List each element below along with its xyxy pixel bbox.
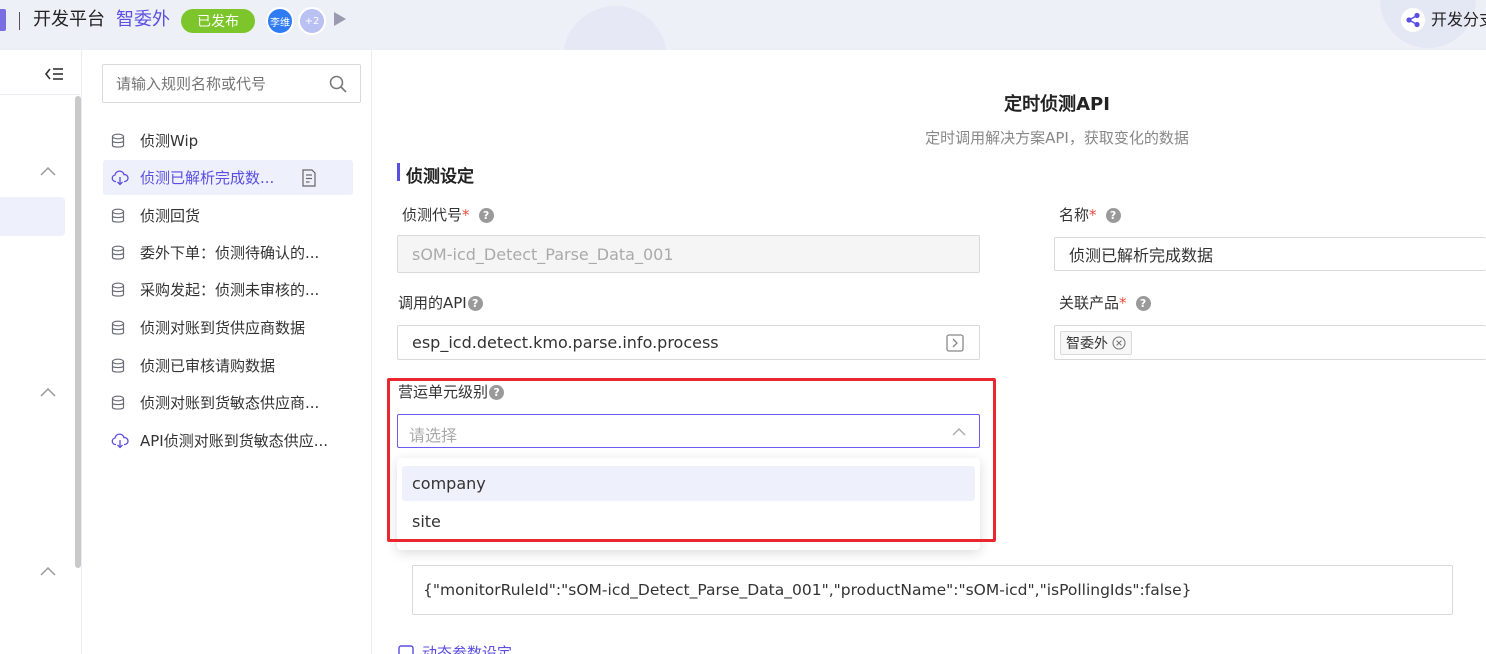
rule-item[interactable]: 侦测已审核请购数据 xyxy=(103,348,353,383)
product-label: 关联产品* ? xyxy=(1059,292,1151,313)
product-tag-label: 智委外 xyxy=(1066,335,1108,352)
rule-item-label: 侦测对账到货敏态供应商... xyxy=(140,394,320,412)
api-field[interactable]: esp_icd.detect.kmo.parse.info.process xyxy=(397,325,980,360)
rule-item[interactable]: API侦测对账到货敏态供应... xyxy=(103,423,353,458)
rule-item-label: API侦测对账到货敏态供应... xyxy=(140,432,329,450)
form-title: 定时侦测API xyxy=(1004,94,1110,115)
detect-code-label: 侦测代号* ? xyxy=(402,204,494,225)
required-mark: * xyxy=(1089,206,1097,224)
cloud-download-icon xyxy=(111,169,129,187)
rule-item[interactable]: 侦测Wip xyxy=(103,123,353,158)
params-field[interactable]: {"monitorRuleId":"sOM-icd_Detect_Parse_D… xyxy=(412,565,1453,615)
rule-item-label: 侦测已审核请购数据 xyxy=(140,357,276,375)
dev-branch-link[interactable]: 开发分支 xyxy=(1431,9,1486,31)
help-icon[interactable]: ? xyxy=(467,296,483,311)
scrollbar[interactable] xyxy=(75,96,81,568)
rule-item[interactable]: 侦测已解析完成数... xyxy=(103,160,353,195)
brand-fragment xyxy=(0,9,6,31)
rule-detail-icon[interactable] xyxy=(301,169,317,187)
params-value: {"monitorRuleId":"sOM-icd_Detect_Parse_D… xyxy=(423,581,1192,599)
highlight-frame xyxy=(387,378,996,542)
detect-code-field: sOM-icd_Detect_Parse_Data_001 xyxy=(397,235,980,273)
section-title: 侦测设定 xyxy=(406,167,474,187)
left-nav xyxy=(0,50,82,654)
rule-item-label: 侦测已解析完成数... xyxy=(140,169,275,187)
name-label: 名称* ? xyxy=(1059,204,1121,225)
nav-item-active[interactable] xyxy=(0,197,65,236)
database-icon xyxy=(111,319,129,337)
dynamic-params-label: 动态参数设定 xyxy=(422,645,513,654)
help-icon[interactable]: ? xyxy=(1105,208,1121,223)
dev-branch-label: 开发分支 xyxy=(1431,10,1486,29)
name-field[interactable]: 侦测已解析完成数据 xyxy=(1054,237,1486,271)
rule-item-label: 委外下单：侦测待确认的... xyxy=(140,244,320,262)
api-value: esp_icd.detect.kmo.parse.info.process xyxy=(412,333,719,352)
collapse-menu-icon[interactable] xyxy=(44,66,64,82)
required-mark: * xyxy=(462,206,470,224)
rule-item[interactable]: 侦测对账到货供应商数据 xyxy=(103,310,353,345)
rule-item-label: 侦测回货 xyxy=(140,207,201,225)
database-icon xyxy=(111,394,129,412)
detect-code-value: sOM-icd_Detect_Parse_Data_001 xyxy=(412,244,674,264)
edit-icon xyxy=(398,645,414,654)
database-icon xyxy=(111,281,129,299)
branch-icon[interactable] xyxy=(1401,8,1425,32)
nav-divider xyxy=(0,94,80,95)
product-tag[interactable]: 智委外 xyxy=(1060,330,1132,355)
chevron-up-icon[interactable] xyxy=(40,387,56,397)
rule-item[interactable]: 采购发起：侦测未审核的... xyxy=(103,272,353,307)
detect-code-label-text: 侦测代号 xyxy=(402,206,463,224)
chevron-up-icon[interactable] xyxy=(40,166,56,176)
rule-item[interactable]: 委外下单：侦测待确认的... xyxy=(103,235,353,270)
section-marker xyxy=(397,163,400,181)
open-api-icon[interactable] xyxy=(946,334,964,352)
name-value: 侦测已解析完成数据 xyxy=(1069,246,1214,265)
rule-item[interactable]: 侦测对账到货敏态供应商... xyxy=(103,385,353,420)
header-divider xyxy=(19,12,20,30)
cloud-download-icon xyxy=(111,432,129,450)
product-select[interactable]: 智委外 xyxy=(1054,325,1486,360)
help-icon[interactable]: ? xyxy=(1135,296,1151,311)
form-subtitle: 定时调用解决方案API，获取变化的数据 xyxy=(925,129,1189,147)
database-icon xyxy=(111,357,129,375)
chevron-up-icon[interactable] xyxy=(40,566,56,576)
product-label-text: 关联产品 xyxy=(1059,294,1120,312)
rule-item-label: 侦测对账到货供应商数据 xyxy=(140,319,306,337)
decorative-circle xyxy=(563,6,667,50)
api-label-text: 调用的API xyxy=(398,294,467,312)
tag-close-icon[interactable] xyxy=(1112,335,1126,350)
rule-item-label: 采购发起：侦测未审核的... xyxy=(140,281,320,299)
name-label-text: 名称 xyxy=(1059,206,1090,224)
rule-item-label: 侦测Wip xyxy=(140,132,199,150)
database-icon xyxy=(111,244,129,262)
help-icon[interactable]: ? xyxy=(478,208,494,223)
database-icon xyxy=(111,132,129,150)
rule-item[interactable]: 侦测回货 xyxy=(103,198,353,233)
database-icon xyxy=(111,207,129,225)
required-mark: * xyxy=(1119,294,1127,312)
rule-list: 侦测Wip 侦测已解析完成数... 侦测回货委外下单：侦测待确认的... 采购发起：侦… xyxy=(83,0,372,654)
dynamic-params-link[interactable]: 动态参数设定 xyxy=(398,645,598,654)
api-label: 调用的API? xyxy=(398,292,483,313)
